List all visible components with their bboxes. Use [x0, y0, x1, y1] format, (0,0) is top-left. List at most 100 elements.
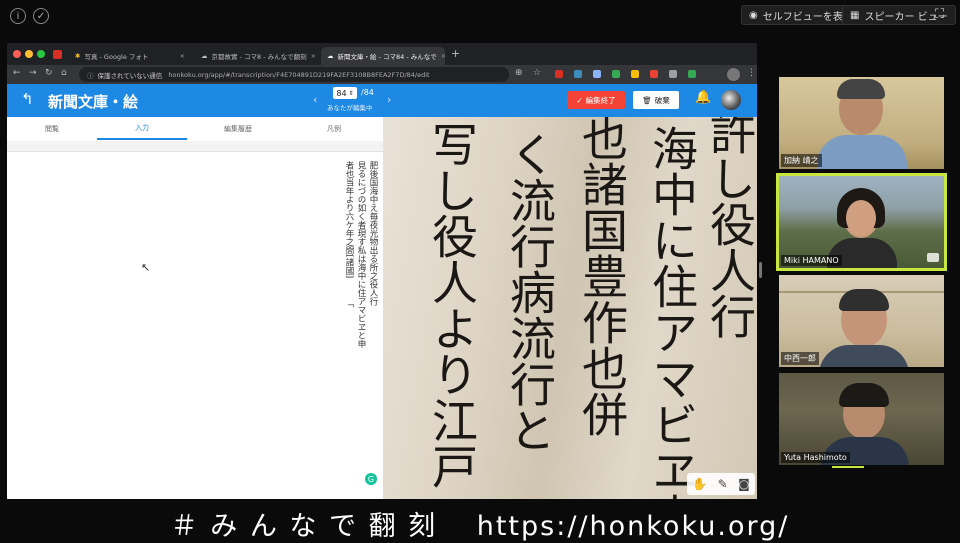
browser-tab[interactable]: ☁ 京都故實 - コマ8 - みんなで翻刻 × [195, 47, 317, 65]
finish-edit-label: 編集終了 [585, 95, 616, 105]
camera-icon[interactable]: ◙ [738, 477, 750, 491]
address-bar-row: ← → ↻ ⌂ ⓘ 保護されていない通信 honkoku.org/app/#/t… [7, 65, 757, 84]
video-tile[interactable]: 加納 靖之 [779, 77, 944, 169]
editing-note: あなたが編集中 [327, 104, 373, 112]
browser-menu-icon[interactable]: ⋮ [747, 68, 756, 78]
browser-tab-active[interactable]: ☁ 新聞文庫・絵 - コマ84 - みんなで × [321, 47, 445, 65]
tab-label: 京都故實 - コマ8 - みんなで翻刻 [211, 53, 307, 61]
forward-icon[interactable]: → [29, 68, 37, 78]
tab-label: 新聞文庫・絵 - コマ84 - みんなで [337, 53, 437, 61]
profile-avatar[interactable] [727, 68, 740, 81]
extension-icon[interactable] [669, 70, 677, 78]
tab-bar: ✱ 写真 - Google フォト × ☁ 京都故實 - コマ8 - みんなで翻… [7, 43, 757, 65]
finish-edit-button[interactable]: ✓ 編集終了 [567, 91, 625, 109]
participant-body [817, 135, 907, 169]
cloud-favicon-icon: ☁ [327, 52, 334, 60]
scan-column: く流行病流行と [503, 131, 557, 453]
editor-toolbar [7, 141, 383, 152]
scan-column: 也諸国豊作也併 [575, 117, 629, 437]
page-total: /84 [361, 88, 374, 97]
extension-icon[interactable] [631, 70, 639, 78]
page-title: 新聞文庫・絵 [48, 93, 139, 111]
extension-icon[interactable] [650, 70, 658, 78]
cloud-favicon-icon: ☁ [201, 52, 208, 60]
participant-name: 中西一郎 [781, 352, 819, 365]
page-number-input[interactable]: 84 ⇕ [333, 87, 357, 99]
self-view-label: セルフビューを表示 [762, 11, 853, 23]
minimize-window-button[interactable] [25, 50, 33, 58]
new-tab-icon[interactable]: + [451, 47, 460, 60]
tab-legend[interactable]: 凡例 [289, 117, 379, 140]
video-tile[interactable]: 中西一郎 [779, 275, 944, 367]
chat-bubble-icon [927, 253, 939, 262]
next-page-icon[interactable]: › [387, 93, 391, 106]
url-input[interactable]: ⓘ 保護されていない通信 honkoku.org/app/#/transcrip… [79, 67, 509, 82]
scan-column: 写し役人より江戸 [425, 121, 479, 489]
shared-browser-window: ✱ 写真 - Google フォト × ☁ 京都故實 - コマ8 - みんなで翻… [7, 43, 757, 499]
fullscreen-icon[interactable]: ⛶ [935, 7, 944, 22]
scan-column: 海中に住アマビヱ申 [645, 125, 699, 499]
url-text: honkoku.org/app/#/transcription/F4E70489… [168, 70, 430, 79]
home-icon[interactable]: ⌂ [61, 68, 67, 78]
bell-icon[interactable]: 🔔 [695, 90, 711, 105]
pencil-icon[interactable]: ✎ [718, 477, 728, 491]
grammarly-icon[interactable]: G [365, 473, 377, 485]
extension-icon[interactable] [612, 70, 620, 78]
panel-resize-handle[interactable] [759, 262, 762, 278]
grid-icon: ▦ [850, 9, 860, 21]
stepper-icon: ⇕ [348, 89, 354, 97]
eye-icon: ◉ [749, 9, 758, 21]
extension-icon[interactable] [53, 50, 62, 59]
participant-name: Yuta Hashimoto [781, 452, 850, 463]
transcription-line: 「 [344, 299, 354, 308]
transcription-line: 見るにづの如く者現す私は海中に住アマビヱと申 [356, 161, 366, 348]
tab-close-icon[interactable]: × [441, 52, 445, 60]
back-icon[interactable]: ← [13, 68, 21, 78]
participant-name: 加納 靖之 [781, 154, 822, 167]
lens-icon[interactable]: ⊕ [515, 68, 523, 78]
extension-icon[interactable] [555, 70, 563, 78]
discard-button[interactable]: 🗑 破棄 [633, 91, 679, 109]
prev-page-icon[interactable]: ‹ [313, 93, 317, 106]
participant-name: Miki HAMANO [781, 255, 842, 266]
back-arrow-icon[interactable]: ↰ [21, 90, 34, 108]
hashtag-caption: ＃ み ん な で 翻 刻 https://honkoku.org/ [170, 511, 790, 542]
participant-face [846, 200, 876, 236]
hand-icon[interactable]: ✋ [692, 477, 707, 491]
user-avatar[interactable] [721, 90, 741, 110]
trash-icon: 🗑 [642, 95, 652, 105]
editor-tabs: 閲覧 入力 編集履歴 凡例 [7, 117, 383, 142]
scan-column: 許し役人行 [703, 117, 757, 339]
participant-hair [839, 383, 889, 407]
maximize-window-button[interactable] [37, 50, 45, 58]
mouse-cursor-icon: ↖ [141, 261, 151, 274]
shield-icon[interactable]: ✓ [33, 8, 49, 24]
info-icon[interactable]: i [10, 8, 26, 24]
video-tile-active-speaker[interactable]: Miki HAMANO [776, 173, 947, 271]
document-image[interactable]: 許し役人行 海中に住アマビヱ申 也諸国豊作也併 く流行病流行と 写し役人より江戸… [383, 117, 757, 499]
info-icon: ⓘ [87, 71, 94, 80]
image-tools: ✋ ✎ ◙ [687, 473, 755, 495]
audio-level-bar [832, 466, 864, 468]
extension-icon[interactable] [593, 70, 601, 78]
video-tile[interactable]: Yuta Hashimoto [779, 373, 944, 465]
tab-close-icon[interactable]: × [180, 52, 185, 60]
tab-close-icon[interactable]: × [311, 52, 316, 60]
tab-view[interactable]: 閲覧 [7, 117, 97, 140]
check-icon: ✓ [576, 95, 583, 105]
transcription-line: 者也当年より六ケ年之間[諸國] [344, 161, 354, 279]
transcription-editor[interactable]: 肥後国海中え毎夜光物出る所之役人行 見るにづの如く者現す私は海中に住アマビヱと申… [7, 141, 383, 499]
close-window-button[interactable] [13, 50, 21, 58]
security-label: 保護されていない通信 [97, 71, 163, 80]
extension-icon[interactable] [688, 70, 696, 78]
photos-favicon-icon: ✱ [75, 52, 81, 60]
discard-label: 破棄 [654, 95, 670, 105]
extension-icon[interactable] [574, 70, 582, 78]
tab-input[interactable]: 入力 [97, 117, 187, 140]
tab-label: 写真 - Google フォト [84, 53, 149, 61]
tab-history[interactable]: 編集履歴 [193, 117, 283, 140]
browser-tab[interactable]: ✱ 写真 - Google フォト × [69, 47, 191, 65]
participant-hair [839, 289, 889, 311]
bookmark-star-icon[interactable]: ☆ [533, 68, 541, 78]
reload-icon[interactable]: ↻ [45, 68, 53, 78]
